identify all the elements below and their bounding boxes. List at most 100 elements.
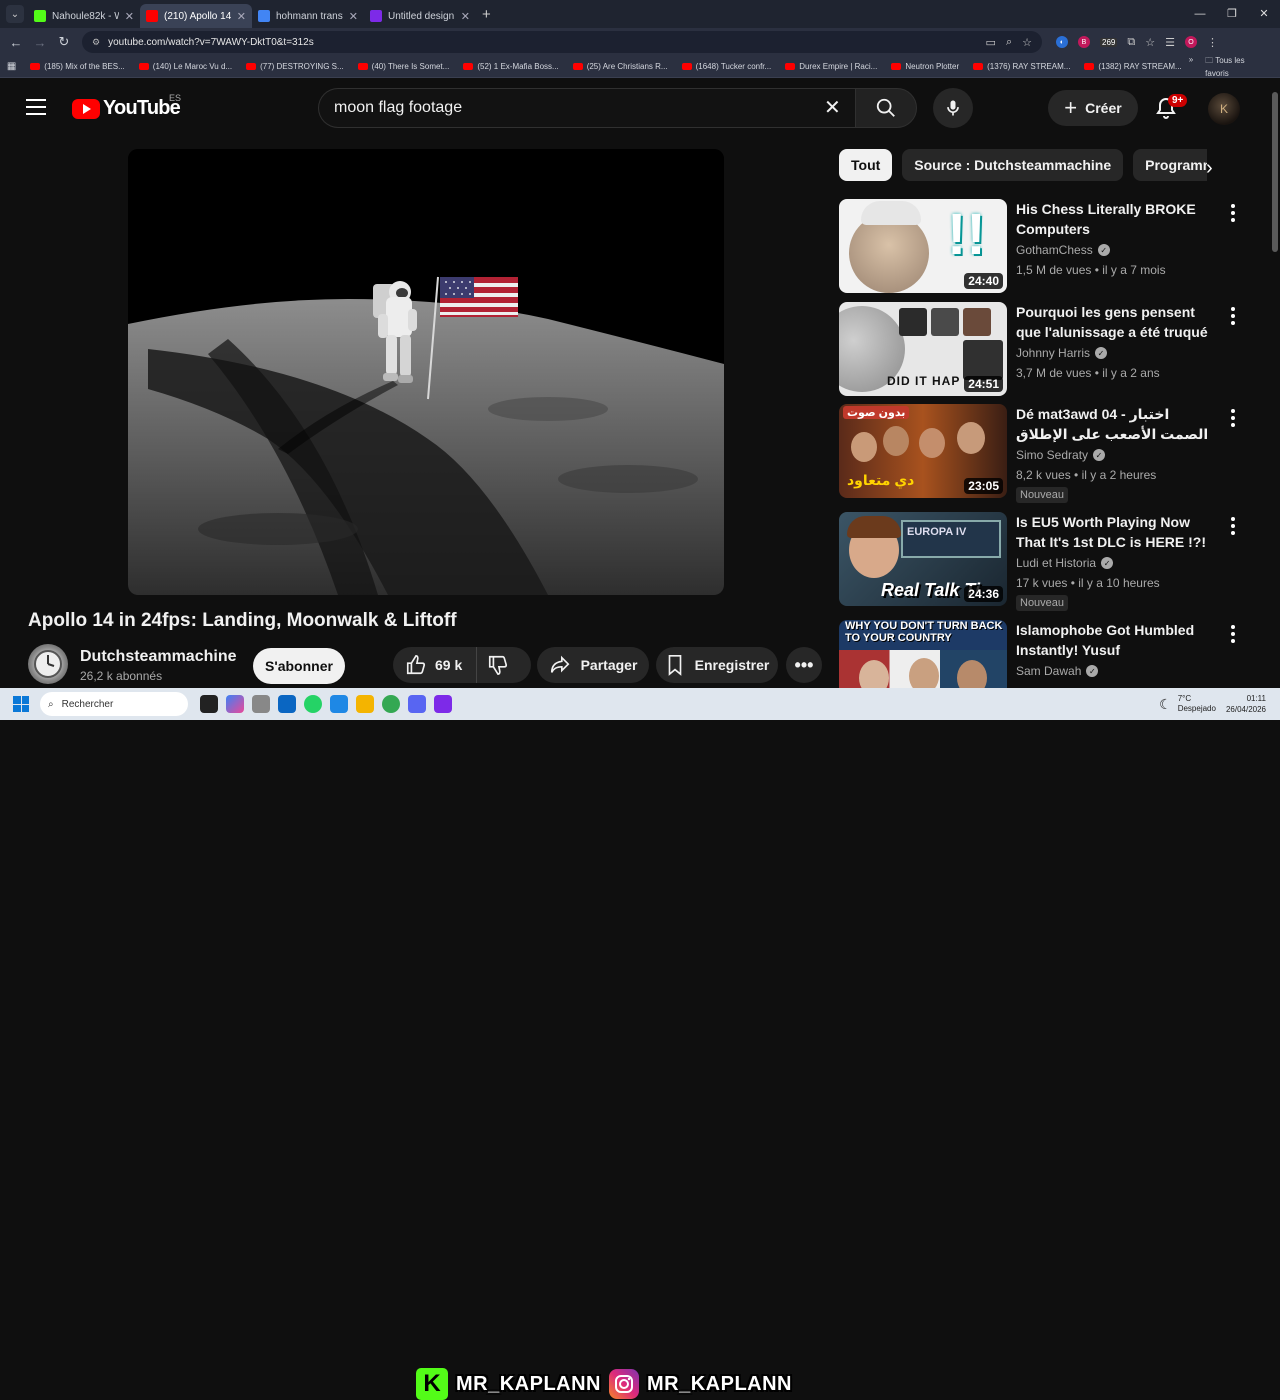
whatsapp-icon[interactable] bbox=[304, 695, 322, 713]
reading-list-icon[interactable]: ☰ bbox=[1165, 36, 1175, 49]
bookmark-star-icon[interactable]: ☆ bbox=[1022, 36, 1032, 49]
url-bar[interactable]: ⚙ youtube.com/watch?v=7WAWY-DktT0&t=312s… bbox=[82, 31, 1042, 53]
recommendation-channel[interactable]: Ludi et Historia ✓ bbox=[1016, 556, 1114, 570]
dislike-button[interactable] bbox=[477, 647, 509, 683]
task-view-icon[interactable] bbox=[200, 695, 218, 713]
bookmark-item[interactable]: Neutron Plotter bbox=[884, 62, 966, 71]
system-clock[interactable]: 01:11 26/04/2026 bbox=[1226, 693, 1266, 715]
site-info-icon[interactable]: ⚙ bbox=[92, 37, 100, 48]
tab-search-icon[interactable]: ⌄ bbox=[6, 5, 24, 23]
page-scrollbar[interactable] bbox=[1270, 80, 1280, 688]
bookmark-item[interactable]: (25) Are Christians R... bbox=[566, 62, 675, 71]
tab-close-icon[interactable]: ✕ bbox=[237, 10, 246, 23]
browser-tab[interactable]: Nahoule82k - Wa ✕ bbox=[28, 4, 140, 28]
restore-icon[interactable]: ❐ bbox=[1216, 0, 1248, 28]
more-options-icon[interactable] bbox=[1223, 304, 1243, 328]
file-explorer-icon[interactable] bbox=[356, 695, 374, 713]
filter-chip[interactable]: Source : Dutchsteammachine bbox=[902, 149, 1124, 181]
video-player[interactable] bbox=[128, 149, 724, 595]
bookmark-item[interactable]: (52) 1 Ex-Mafia Boss... bbox=[456, 62, 565, 71]
recommendation-item[interactable]: EUROPA IV Real Talk Ti 24:36 Is EU5 Worth … bbox=[839, 512, 1249, 611]
voice-search-button[interactable] bbox=[933, 88, 973, 128]
extension-icon-pink[interactable]: B bbox=[1078, 36, 1090, 48]
clear-search-icon[interactable]: ✕ bbox=[824, 97, 841, 119]
recommendation-title[interactable]: Islamophobe Got Humbled Instantly! Yusuf bbox=[1016, 620, 1216, 660]
filter-chip[interactable]: Tout bbox=[839, 149, 893, 181]
scrollbar-thumb[interactable] bbox=[1272, 92, 1278, 252]
share-button[interactable]: Partager bbox=[537, 647, 649, 683]
edge-icon[interactable] bbox=[330, 695, 348, 713]
copilot-icon[interactable] bbox=[226, 695, 244, 713]
search-input[interactable]: moon flag footage bbox=[318, 88, 862, 128]
bookmarks-icon[interactable]: ☆ bbox=[1145, 36, 1155, 49]
video-thumbnail[interactable]: DID IT HAP 24:51 bbox=[839, 302, 1007, 396]
account-avatar[interactable]: K bbox=[1208, 93, 1240, 125]
search-button[interactable] bbox=[855, 88, 917, 128]
create-button[interactable]: + Créer bbox=[1048, 90, 1138, 126]
channel-avatar[interactable] bbox=[28, 644, 68, 684]
video-thumbnail[interactable]: EUROPA IV Real Talk Ti 24:36 bbox=[839, 512, 1007, 606]
recommendation-title[interactable]: Is EU5 Worth Playing Now That It's 1st D… bbox=[1016, 512, 1216, 552]
recommendation-channel[interactable]: Sam Dawah ✓ bbox=[1016, 664, 1099, 678]
menu-hamburger-icon[interactable] bbox=[26, 99, 46, 115]
browser-menu-icon[interactable]: ⋮ bbox=[1207, 36, 1218, 49]
back-icon[interactable]: ← bbox=[4, 35, 28, 50]
bookmarks-overflow-icon[interactable]: » bbox=[1189, 55, 1193, 78]
more-actions-button[interactable]: ••• bbox=[786, 647, 822, 683]
windows-start-icon[interactable] bbox=[10, 693, 32, 715]
tab-close-icon[interactable]: ✕ bbox=[125, 10, 134, 23]
bookmark-item[interactable]: (1376) RAY STREAM... bbox=[966, 62, 1077, 71]
all-bookmarks-folder[interactable]: 🗀 Tous les favoris bbox=[1205, 55, 1268, 78]
app-icon-purple[interactable] bbox=[434, 695, 452, 713]
taskbar-search-box[interactable]: ⌕ Rechercher bbox=[40, 692, 188, 716]
zoom-icon[interactable]: ⌕ bbox=[1006, 36, 1012, 49]
bookmark-item[interactable]: (140) Le Maroc Vu d... bbox=[132, 62, 239, 71]
extensions-puzzle-icon[interactable]: ⧉ bbox=[1127, 36, 1135, 49]
more-options-icon[interactable] bbox=[1223, 201, 1243, 225]
recommendation-channel[interactable]: Simo Sedraty ✓ bbox=[1016, 448, 1106, 462]
tab-close-icon[interactable]: ✕ bbox=[461, 10, 470, 23]
bookmark-item[interactable]: (185) Mix of the BES... bbox=[23, 62, 131, 71]
recommendation-item[interactable]: بدون صوت دي متعاود 23:05 Dé mat3awd 04 - ا… bbox=[839, 404, 1249, 503]
bookmark-item[interactable]: (1648) Tucker confr... bbox=[675, 62, 779, 71]
recommendation-channel[interactable]: Johnny Harris ✓ bbox=[1016, 346, 1108, 360]
minimize-icon[interactable]: — bbox=[1184, 0, 1216, 28]
apps-grid-icon[interactable]: ▦ bbox=[0, 61, 23, 72]
discord-icon[interactable] bbox=[408, 695, 426, 713]
settings-gear-icon[interactable] bbox=[252, 695, 270, 713]
bookmark-item[interactable]: (77) DESTROYING S... bbox=[239, 62, 351, 71]
recommendation-title[interactable]: Dé mat3awd 04 - اختبار الصمت الأصعب على … bbox=[1016, 404, 1216, 444]
recommendation-channel[interactable]: GothamChess ✓ bbox=[1016, 243, 1110, 257]
tab-close-icon[interactable]: ✕ bbox=[349, 10, 358, 23]
more-options-icon[interactable] bbox=[1223, 406, 1243, 430]
weather-widget[interactable]: ☾ 7°C Despejado bbox=[1159, 694, 1216, 714]
recommendation-title[interactable]: His Chess Literally BROKE Computers bbox=[1016, 199, 1216, 239]
like-button[interactable]: 69 k bbox=[393, 647, 478, 683]
more-options-icon[interactable] bbox=[1223, 622, 1243, 646]
browser-tab[interactable]: hohmann transfer ✕ bbox=[252, 4, 364, 28]
more-options-icon[interactable] bbox=[1223, 514, 1243, 538]
filter-chip[interactable]: Programmes bbox=[1133, 149, 1207, 181]
chrome-icon[interactable] bbox=[382, 695, 400, 713]
subscribe-button[interactable]: S'abonner bbox=[253, 648, 345, 684]
recommendation-item[interactable]: DID IT HAP 24:51 Pourquoi les gens pensent… bbox=[839, 302, 1249, 396]
chevron-right-icon[interactable]: › bbox=[1206, 157, 1213, 180]
extension-icon-blue[interactable]: ◐ bbox=[1056, 36, 1068, 48]
bookmark-item[interactable]: (40) There Is Somet... bbox=[351, 62, 457, 71]
extension-badge[interactable]: 269 bbox=[1100, 37, 1118, 47]
bookmark-item[interactable]: Durex Empire | Raci... bbox=[778, 62, 884, 71]
close-window-icon[interactable]: ✕ bbox=[1248, 0, 1280, 28]
channel-name[interactable]: Dutchsteammachine bbox=[80, 648, 237, 666]
cast-icon[interactable]: ▭ bbox=[986, 36, 996, 49]
browser-tab[interactable]: Untitled design - ✕ bbox=[364, 4, 476, 28]
browser-tab[interactable]: (210) Apollo 14 in ✕ bbox=[140, 4, 252, 28]
recommendation-title[interactable]: Pourquoi les gens pensent que l'alunissa… bbox=[1016, 302, 1216, 342]
bookmark-item[interactable]: (1382) RAY STREAM... bbox=[1077, 62, 1188, 71]
profile-icon[interactable]: O bbox=[1184, 36, 1197, 48]
save-button[interactable]: Enregistrer bbox=[656, 647, 778, 683]
youtube-logo[interactable]: YouTube bbox=[72, 97, 181, 120]
reload-icon[interactable]: ↻ bbox=[52, 34, 76, 50]
forward-icon[interactable]: → bbox=[28, 35, 52, 50]
recommendation-item[interactable]: !! 24:40 His Chess Literally BROKE Compute… bbox=[839, 199, 1249, 293]
outlook-icon[interactable] bbox=[278, 695, 296, 713]
